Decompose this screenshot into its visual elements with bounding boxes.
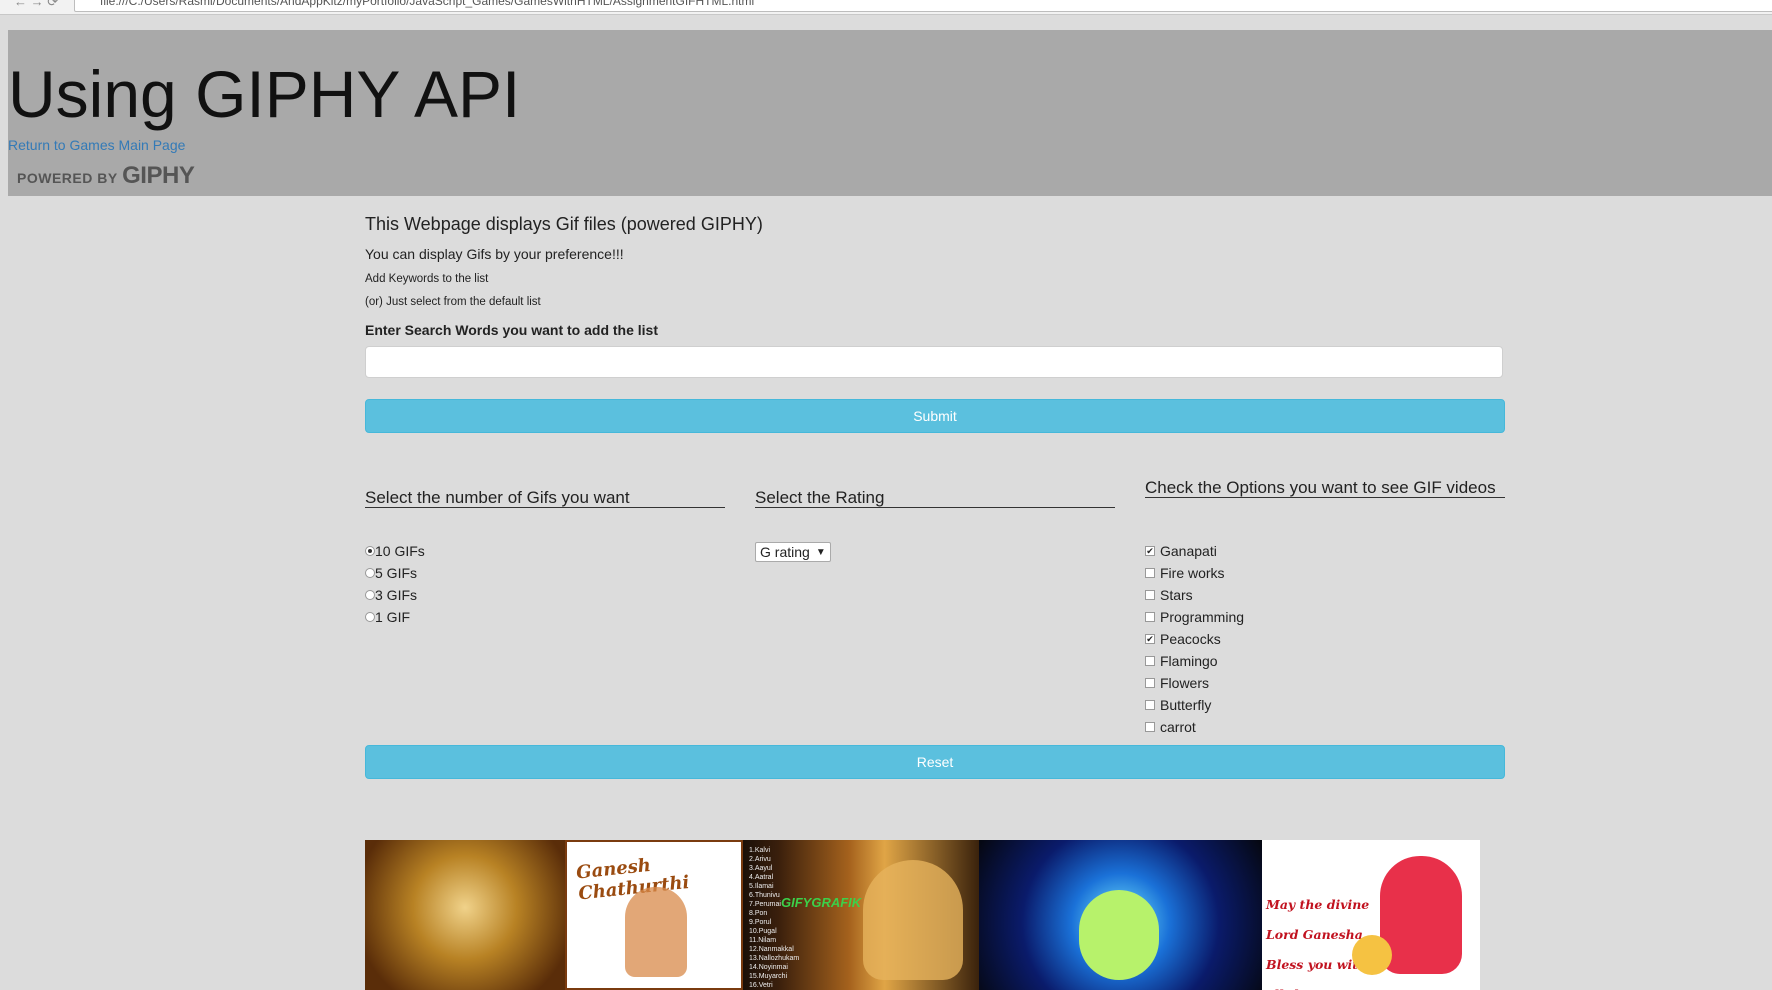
- chevron-down-icon: ▼: [815, 546, 826, 558]
- rating-heading: Select the Rating: [755, 478, 1115, 508]
- options-checkbox-group: ✔ Ganapati Fire works Stars Programming ✔ Peac…: [1145, 540, 1244, 738]
- option-flamingo[interactable]: Flamingo: [1145, 650, 1244, 672]
- gif-thumbnail[interactable]: Ganesh Chathurthi: [565, 840, 743, 990]
- search-input[interactable]: [365, 346, 1503, 378]
- submit-button[interactable]: Submit: [365, 399, 1505, 433]
- option-label: Flamingo: [1160, 653, 1218, 669]
- radio-button[interactable]: [365, 612, 375, 622]
- checkbox[interactable]: [1145, 590, 1155, 600]
- gif-count-heading: Select the number of Gifs you want: [365, 478, 725, 508]
- ganesha-figure: [625, 887, 687, 977]
- gif-count-option[interactable]: 1 GIF: [365, 606, 425, 628]
- gif-count-option[interactable]: 5 GIFs: [365, 562, 425, 584]
- option-carrot[interactable]: carrot: [1145, 716, 1244, 738]
- ganesha-figure: [1079, 890, 1159, 980]
- radio-button[interactable]: [365, 546, 375, 556]
- option-label: Stars: [1160, 587, 1193, 603]
- option-label: Fire works: [1160, 565, 1225, 581]
- option-label: Butterfly: [1160, 697, 1212, 713]
- gif-count-label: 10 GIFs: [375, 543, 425, 559]
- option-butterfly[interactable]: Butterfly: [1145, 694, 1244, 716]
- gif-count-label: 5 GIFs: [375, 565, 418, 581]
- gif-thumbnail[interactable]: [979, 840, 1262, 990]
- search-label: Enter Search Words you want to add the l…: [365, 322, 659, 338]
- gif-count-option[interactable]: 10 GIFs: [365, 540, 425, 562]
- rating-section: Select the Rating G rating ▼: [755, 478, 1115, 562]
- gif-thumbnail[interactable]: [365, 840, 565, 990]
- option-peacocks[interactable]: ✔ Peacocks: [1145, 628, 1244, 650]
- radio-button[interactable]: [365, 590, 375, 600]
- gif-thumbnail[interactable]: May the divine Lord Ganesha Bless you with…: [1262, 840, 1480, 990]
- option-label: Flowers: [1160, 675, 1210, 691]
- ganesha-figure: [1380, 856, 1462, 974]
- option-fire-works[interactable]: Fire works: [1145, 562, 1244, 584]
- checkbox[interactable]: [1145, 612, 1155, 622]
- option-label: Ganapati: [1160, 543, 1217, 559]
- gif-thumbnail[interactable]: 1.Kalvi 2.Arivu 3.Aayul 4.Aatral 5.Ilamai 6.T…: [743, 840, 979, 990]
- reload-icon[interactable]: ← → ⟳: [14, 0, 58, 10]
- powered-by-text: POWERED BY: [17, 170, 118, 186]
- option-programming[interactable]: Programming: [1145, 606, 1244, 628]
- option-flowers[interactable]: Flowers: [1145, 672, 1244, 694]
- url-text: file:///C:/Users/Rasmi/Documents/AndAppK…: [100, 0, 755, 8]
- option-stars[interactable]: Stars: [1145, 584, 1244, 606]
- checkbox[interactable]: [1145, 722, 1155, 732]
- browser-address-bar: ← → ⟳ file:///C:/Users/Rasmi/Documents/A…: [0, 0, 1772, 15]
- checkbox[interactable]: [1145, 568, 1155, 578]
- checkbox[interactable]: [1145, 656, 1155, 666]
- gif-list-text: 1.Kalvi 2.Arivu 3.Aayul 4.Aatral 5.Ilamai 6.T…: [749, 847, 800, 989]
- powered-by-giphy-logo: POWERED BY GIPHY: [17, 162, 195, 190]
- radio-button[interactable]: [365, 568, 375, 578]
- gif-badge: GIFYGRAFIK: [781, 895, 862, 910]
- checkbox[interactable]: ✔: [1145, 634, 1155, 644]
- gif-greeting-text: May the divine Lord Ganesha Bless you with…: [1266, 897, 1370, 990]
- gif-count-section: Select the number of Gifs you want 10 GI…: [365, 478, 725, 625]
- options-section: Check the Options you want to see GIF vi…: [1145, 478, 1505, 735]
- page-title: Using GIPHY API: [8, 57, 521, 131]
- intro-add-keywords: Add Keywords to the list: [365, 273, 489, 285]
- option-ganapati[interactable]: ✔ Ganapati: [1145, 540, 1244, 562]
- option-label: Peacocks: [1160, 631, 1221, 647]
- return-to-games-link[interactable]: Return to Games Main Page: [8, 137, 185, 153]
- intro-lead: This Webpage displays Gif files (powered…: [365, 214, 763, 234]
- gif-count-label: 3 GIFs: [375, 587, 418, 603]
- options-heading: Check the Options you want to see GIF vi…: [1145, 478, 1505, 498]
- giphy-brand-text: GIPHY: [122, 162, 195, 189]
- gif-count-option[interactable]: 3 GIFs: [365, 584, 425, 606]
- checkbox[interactable]: [1145, 678, 1155, 688]
- gif-results: Ganesh Chathurthi 1.Kalvi 2.Arivu 3.Aayul 4…: [365, 840, 1505, 990]
- offering-figure: [1352, 935, 1392, 975]
- reset-button[interactable]: Reset: [365, 745, 1505, 779]
- gif-count-radio-group: 10 GIFs 5 GIFs 3 GIFs 1 GIF: [365, 540, 425, 628]
- rating-selected-value: G rating: [760, 544, 810, 560]
- checkbox[interactable]: [1145, 700, 1155, 710]
- page-header: Using GIPHY API Return to Games Main Pag…: [8, 30, 1772, 196]
- ganesha-figure: [863, 860, 963, 980]
- rating-select[interactable]: G rating ▼: [755, 542, 831, 562]
- option-label: carrot: [1160, 719, 1196, 735]
- gif-count-label: 1 GIF: [375, 609, 411, 625]
- option-label: Programming: [1160, 609, 1245, 625]
- intro-or-select: (or) Just select from the default list: [365, 296, 541, 308]
- checkbox[interactable]: ✔: [1145, 546, 1155, 556]
- intro-preference: You can display Gifs by your preference!…: [365, 246, 624, 262]
